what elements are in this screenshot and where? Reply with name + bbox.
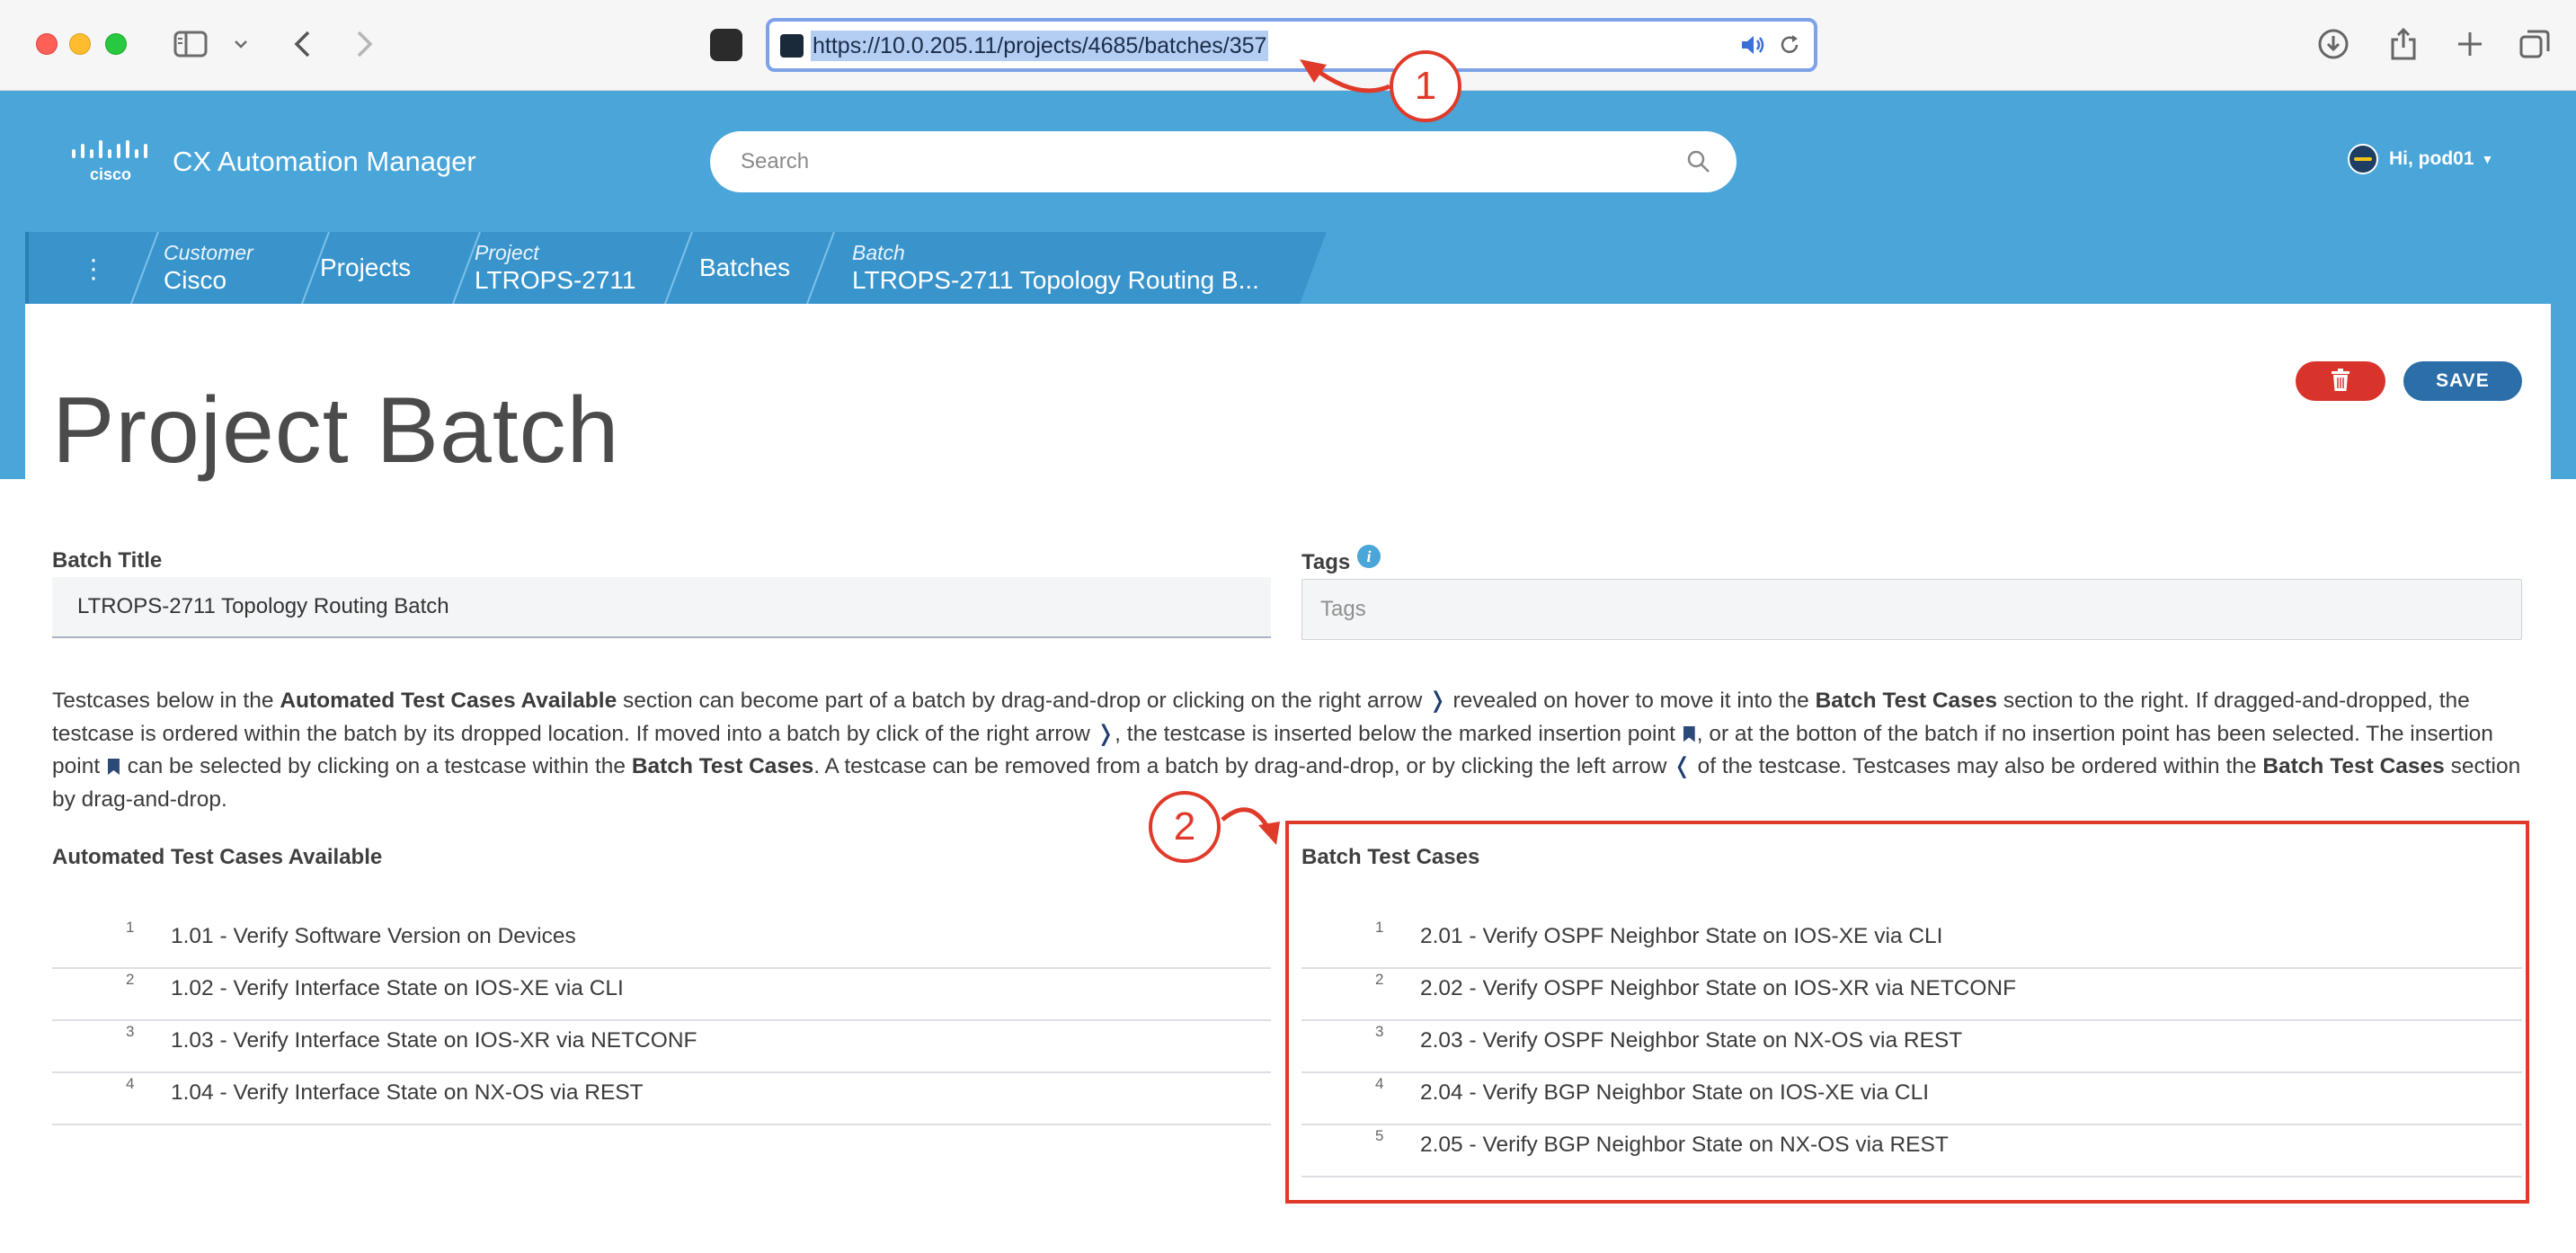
help-emphasis: Batch Test Cases [631, 754, 814, 778]
url-text[interactable]: https://10.0.205.11/projects/4685/batche… [811, 31, 1269, 61]
help-emphasis: Batch Test Cases [2262, 754, 2445, 778]
right-arrow-icon: ❭ [1096, 721, 1115, 746]
address-bar[interactable]: https://10.0.205.11/projects/4685/batche… [766, 18, 1817, 72]
help-fragment: section can become part of a batch by dr… [617, 689, 1429, 713]
download-icon[interactable] [2314, 23, 2353, 65]
breadcrumb-label: Project [475, 241, 539, 264]
info-icon[interactable]: i [1357, 545, 1381, 568]
breadcrumb-value: Cisco [164, 266, 227, 294]
delete-button[interactable] [2296, 361, 2385, 401]
page-title: Project Batch [52, 378, 620, 483]
breadcrumb-value: Projects [320, 253, 412, 281]
table-row[interactable]: 2 1.02 - Verify Interface State on IOS-XE… [52, 969, 1271, 1021]
row-number: 3 [126, 1023, 135, 1040]
trash-icon [2331, 368, 2350, 395]
help-emphasis: Batch Test Cases [1815, 689, 1998, 713]
available-heading: Automated Test Cases Available [52, 845, 383, 869]
help-fragment: Testcases below in the [52, 689, 280, 713]
testcase-name: 1.01 - Verify Software Version on Device… [171, 924, 576, 948]
table-row[interactable]: 1 1.01 - Verify Software Version on Devic… [52, 917, 1271, 969]
help-fragment: of the testcase. Testcases may also be o… [1691, 754, 2263, 778]
kebab-menu-icon[interactable]: · · · [88, 246, 99, 291]
window-minimize-button[interactable] [69, 33, 91, 55]
breadcrumb-label: Batch [852, 241, 905, 264]
tabs-icon[interactable] [2515, 23, 2554, 65]
extension-icon[interactable] [710, 29, 742, 61]
row-number: 1 [126, 919, 135, 936]
breadcrumb-value: LTROPS-2711 Topology Routing B... [852, 266, 1259, 294]
speaker-icon[interactable] [1740, 33, 1767, 61]
share-icon[interactable] [2384, 23, 2423, 65]
app-title: CX Automation Manager [173, 146, 476, 177]
bookmark-icon [107, 759, 120, 775]
site-favicon-icon [780, 34, 804, 58]
breadcrumb-value: LTROPS-2711 [475, 266, 636, 294]
chevron-down-icon[interactable] [230, 23, 252, 65]
callout-1: 1 [1390, 50, 1461, 122]
testcase-name: 1.03 - Verify Interface State on IOS-XR … [171, 1028, 697, 1053]
chevron-right-icon[interactable] [349, 23, 381, 65]
batch-title-input[interactable] [52, 577, 1271, 638]
highlight-box [1285, 821, 2529, 1204]
callout-2: 2 [1149, 791, 1221, 863]
reload-icon[interactable] [1778, 33, 1801, 61]
help-fragment: . A testcase can be removed from a batch… [813, 754, 1674, 778]
help-emphasis: Automated Test Cases Available [280, 689, 617, 713]
help-fragment: , the testcase is inserted below the mar… [1115, 721, 1682, 746]
table-row[interactable]: 3 1.03 - Verify Interface State on IOS-XR… [52, 1021, 1271, 1073]
sidebar-icon[interactable] [171, 23, 210, 65]
table-row[interactable]: 4 1.04 - Verify Interface State on NX-OS … [52, 1073, 1271, 1125]
testcase-name: 1.04 - Verify Interface State on NX-OS v… [171, 1080, 644, 1105]
plus-icon[interactable] [2450, 23, 2490, 65]
window-zoom-button[interactable] [105, 33, 127, 55]
search-icon[interactable] [1686, 149, 1711, 179]
cisco-logo-icon: cisco [70, 138, 151, 183]
search-box[interactable] [710, 131, 1737, 192]
testcase-name: 1.02 - Verify Interface State on IOS-XE … [171, 976, 624, 1000]
window-close-button[interactable] [36, 33, 58, 55]
caret-down-icon: ▼ [2481, 152, 2494, 166]
tags-input[interactable] [1301, 579, 2522, 640]
tags-label: Tags [1301, 550, 1351, 574]
right-arrow-icon: ❭ [1428, 689, 1447, 713]
svg-text:cisco: cisco [90, 165, 131, 183]
help-text: Testcases below in the Automated Test Ca… [52, 685, 2524, 816]
browser-toolbar: https://10.0.205.11/projects/4685/batche… [0, 0, 2576, 91]
help-fragment: revealed on hover to move it into the [1446, 689, 1816, 713]
save-button[interactable]: SAVE [2403, 361, 2522, 401]
breadcrumb-value: Batches [699, 253, 791, 281]
user-greeting: Hi, pod01 [2389, 148, 2474, 169]
user-menu[interactable]: Hi, pod01 ▼ [2348, 144, 2493, 174]
bookmark-icon [1683, 725, 1695, 742]
search-input[interactable] [741, 144, 1657, 180]
breadcrumb: · · · Customer Cisco Projects Project LTRO… [25, 232, 1337, 304]
batch-title-label: Batch Title [52, 548, 163, 573]
available-list: 1 1.01 - Verify Software Version on Devic… [52, 917, 1271, 1125]
avatar [2348, 144, 2378, 174]
chevron-left-icon[interactable] [286, 23, 318, 65]
help-fragment: can be selected by clicking on a testcas… [120, 754, 632, 778]
row-number: 2 [126, 971, 135, 988]
row-number: 4 [126, 1075, 135, 1092]
breadcrumb-label: Customer [164, 241, 253, 264]
left-arrow-icon: ❬ [1673, 754, 1692, 778]
